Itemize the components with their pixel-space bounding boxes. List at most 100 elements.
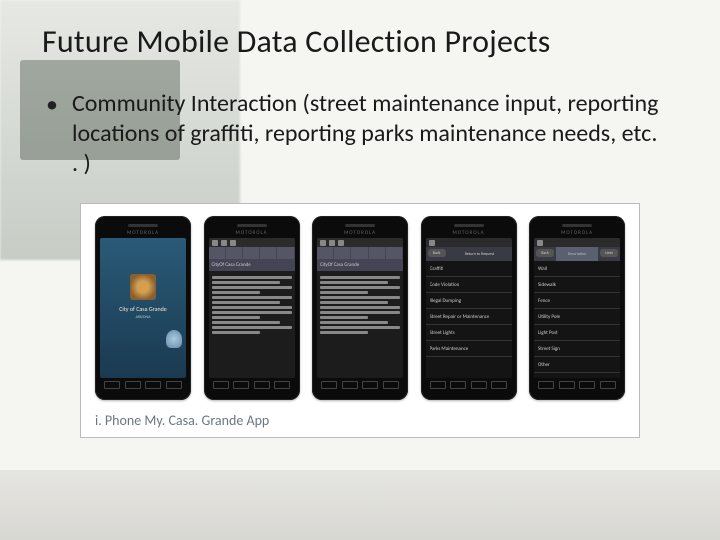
text-line bbox=[320, 301, 388, 304]
text-line bbox=[320, 326, 400, 329]
text-line bbox=[212, 296, 292, 299]
nav-search-icon bbox=[491, 381, 507, 389]
detail-list: Wall Sidewalk Fence Utility Pole Light P… bbox=[534, 261, 620, 378]
list-item: Street Sign bbox=[534, 341, 620, 357]
nav-home-icon bbox=[145, 381, 161, 389]
text-line bbox=[212, 321, 280, 324]
nav-search-icon bbox=[166, 381, 182, 389]
toolbar-icon bbox=[260, 247, 277, 259]
toolbar-icons bbox=[317, 247, 403, 259]
status-icon bbox=[320, 240, 326, 246]
slide-title: Future Mobile Data Collection Projects bbox=[42, 22, 684, 61]
phone-nav-buttons bbox=[317, 378, 403, 392]
phone-earpiece bbox=[454, 224, 484, 227]
status-icon bbox=[230, 240, 236, 246]
phone-nav-buttons bbox=[426, 378, 512, 392]
text-line bbox=[320, 316, 368, 319]
splash-body: City of Casa Grande ARIZONA bbox=[100, 238, 186, 378]
status-icon bbox=[221, 240, 227, 246]
robot-mascot-icon bbox=[166, 330, 182, 348]
status-bar bbox=[209, 238, 295, 247]
phone-earpiece bbox=[345, 224, 375, 227]
splash-city-name: City of Casa Grande bbox=[119, 306, 167, 313]
text-line bbox=[212, 291, 260, 294]
text-line bbox=[212, 316, 260, 319]
phone-brand: motorola bbox=[534, 230, 620, 236]
nav-home-icon bbox=[471, 381, 487, 389]
toolbar-icon bbox=[369, 247, 386, 259]
nav-home-icon bbox=[254, 381, 270, 389]
phone-frame: motorola Back Description Next Wall Side… bbox=[529, 216, 625, 400]
screen-header: Back Return to Request bbox=[426, 247, 512, 261]
app-header-title: CityOf Casa Grande bbox=[212, 262, 251, 268]
text-line bbox=[212, 276, 292, 279]
toolbar-icons bbox=[209, 247, 295, 259]
nav-menu-icon bbox=[559, 381, 575, 389]
toolbar-icon bbox=[243, 247, 260, 259]
phone-earpiece bbox=[562, 224, 592, 227]
splash-subtitle: ARIZONA bbox=[136, 315, 151, 320]
status-icon bbox=[338, 240, 344, 246]
phone-brand: motorola bbox=[317, 230, 403, 236]
text-line bbox=[212, 281, 280, 284]
phone-earpiece bbox=[237, 224, 267, 227]
list-item: Utility Pole bbox=[534, 309, 620, 325]
text-line bbox=[212, 306, 292, 309]
back-button: Back bbox=[536, 249, 554, 257]
text-line bbox=[320, 306, 400, 309]
info-text-block bbox=[317, 271, 403, 378]
info-text-block bbox=[209, 271, 295, 378]
nav-home-icon bbox=[362, 381, 378, 389]
list-item: Wall bbox=[534, 261, 620, 277]
phone-frame: motorola City of Casa Grande ARIZONA bbox=[95, 216, 191, 400]
app-header-title: CityOf Casa Grande bbox=[320, 262, 359, 268]
phone-screen-categories: Back Return to Request Graffiti Code Vio… bbox=[426, 238, 512, 378]
status-icon bbox=[537, 240, 543, 246]
tab-description: Description bbox=[556, 247, 598, 261]
list-item: Code Violation bbox=[426, 277, 512, 293]
list-item: Street Lights bbox=[426, 325, 512, 341]
list-item: Graffiti bbox=[426, 261, 512, 277]
phone-frame: motorola Back Return to Request Graffiti… bbox=[421, 216, 517, 400]
text-line bbox=[320, 321, 388, 324]
toolbar-icon bbox=[386, 247, 403, 259]
phone-brand: motorola bbox=[100, 230, 186, 236]
status-icon bbox=[212, 240, 218, 246]
nav-back-icon bbox=[321, 381, 337, 389]
app-header: CityOf Casa Grande bbox=[209, 259, 295, 271]
phone-nav-buttons bbox=[209, 378, 295, 392]
phone-frame: motorola CityOf Casa Grande bbox=[204, 216, 300, 400]
phone-screen-info: CityOf Casa Grande bbox=[317, 238, 403, 378]
list-item: Sidewalk bbox=[534, 277, 620, 293]
nav-back-icon bbox=[430, 381, 446, 389]
city-logo-icon bbox=[130, 274, 156, 300]
text-line bbox=[320, 276, 400, 279]
app-header: CityOf Casa Grande bbox=[317, 259, 403, 271]
category-list: Graffiti Code Violation Illegal Dumping … bbox=[426, 261, 512, 378]
nav-menu-icon bbox=[450, 381, 466, 389]
screen-title: Return to Request bbox=[465, 252, 494, 257]
text-line bbox=[320, 331, 368, 334]
nav-back-icon bbox=[538, 381, 554, 389]
next-button: Next bbox=[600, 249, 618, 257]
text-line bbox=[212, 301, 280, 304]
text-line bbox=[320, 286, 400, 289]
figure-caption: i. Phone My. Casa. Grande App bbox=[95, 410, 625, 431]
status-bar bbox=[426, 238, 512, 247]
nav-search-icon bbox=[383, 381, 399, 389]
phone-screen-splash: City of Casa Grande ARIZONA bbox=[100, 238, 186, 378]
bullet-text: Community Interaction (street maintenanc… bbox=[72, 89, 662, 179]
nav-search-icon bbox=[274, 381, 290, 389]
phone-nav-buttons bbox=[100, 378, 186, 392]
text-line bbox=[320, 281, 388, 284]
nav-back-icon bbox=[213, 381, 229, 389]
toolbar-icon bbox=[226, 247, 243, 259]
text-line bbox=[212, 286, 292, 289]
nav-menu-icon bbox=[342, 381, 358, 389]
status-icon bbox=[329, 240, 335, 246]
toolbar-icon bbox=[317, 247, 334, 259]
back-button: Back bbox=[428, 249, 446, 257]
phone-earpiece bbox=[128, 224, 158, 227]
nav-search-icon bbox=[600, 381, 616, 389]
list-item: Other bbox=[534, 357, 620, 373]
